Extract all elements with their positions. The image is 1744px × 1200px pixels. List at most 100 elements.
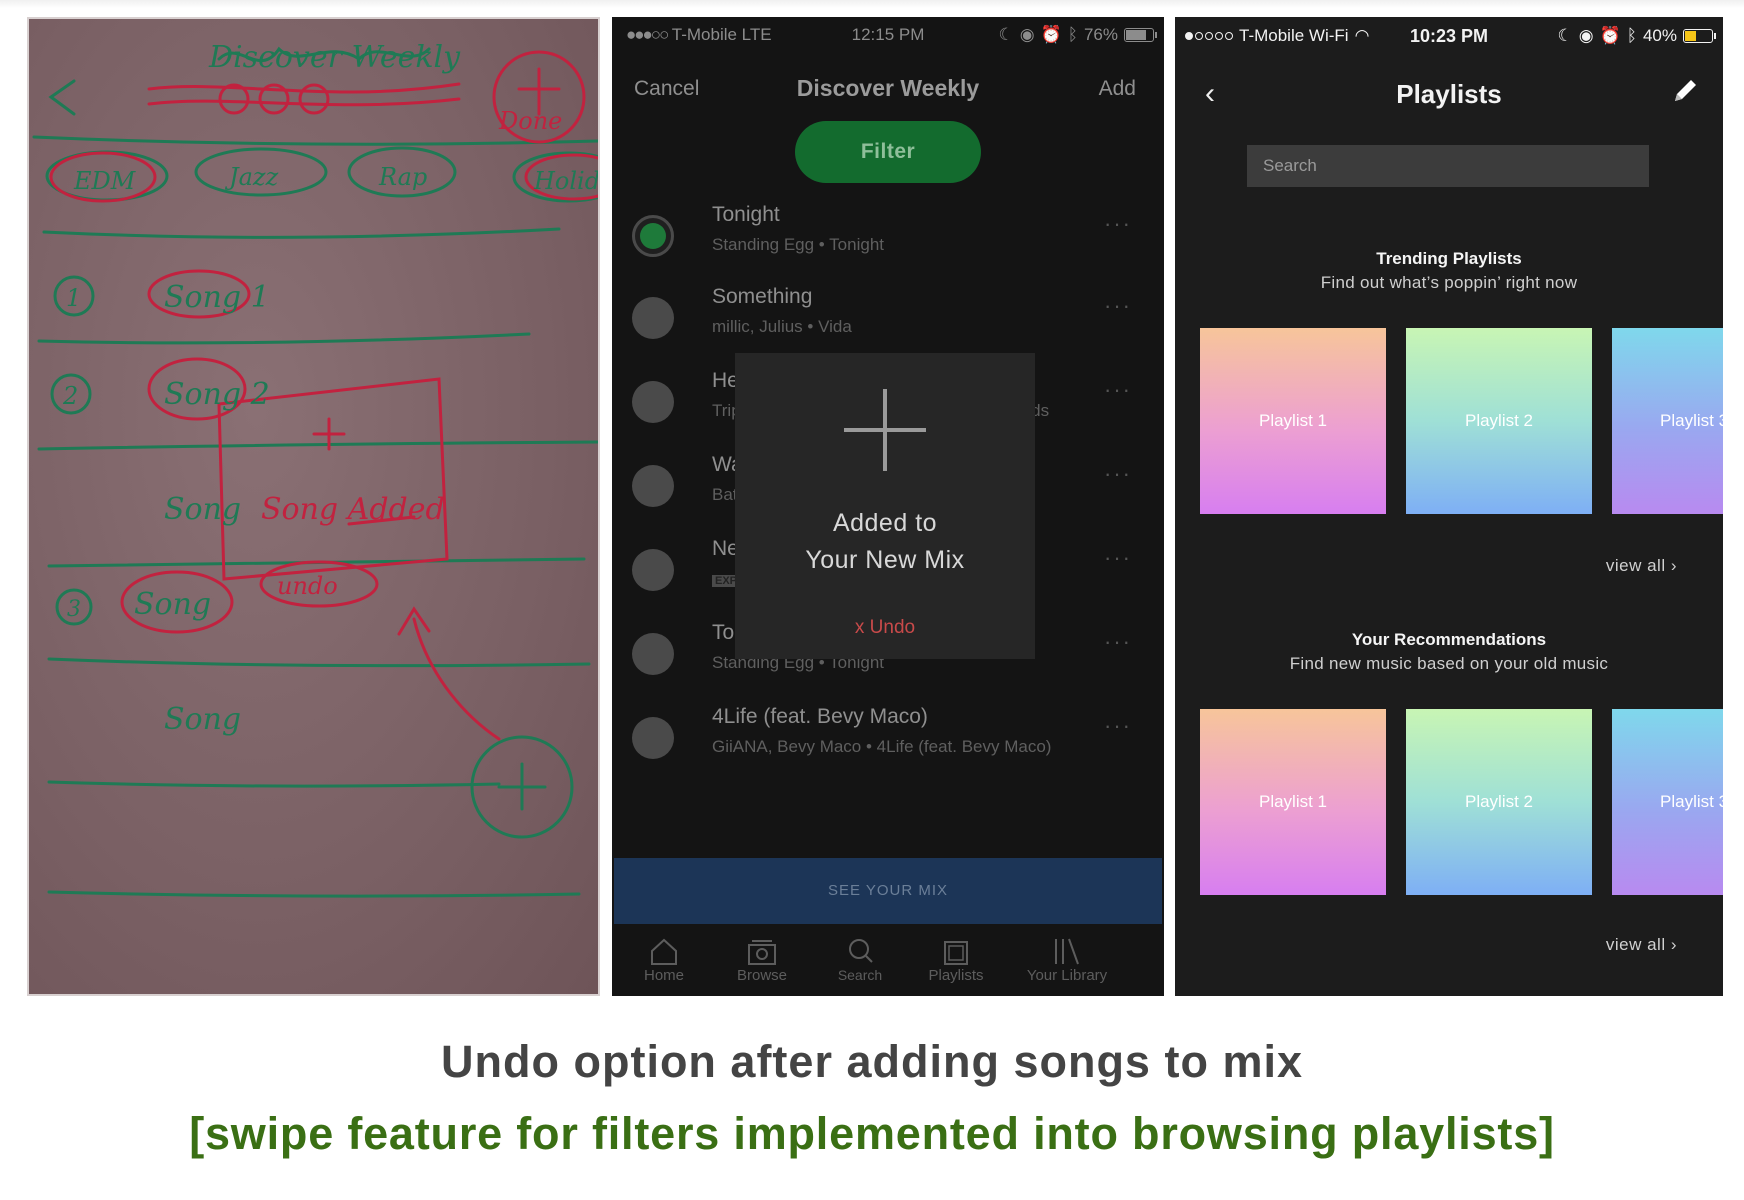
song-select-radio[interactable] [632, 549, 674, 591]
song-subtitle: millic, Julius • Vida [712, 317, 852, 336]
tab-search[interactable]: Search [810, 931, 910, 985]
moon-icon: ☾ [1557, 26, 1573, 45]
sketch-song-2: Song 2 [164, 377, 270, 412]
playlist-label: Playlist 2 [1464, 411, 1534, 430]
recommended-playlist-3[interactable]: Playlist 3 [1612, 709, 1723, 895]
nav-bar: Cancel Discover Weekly Add [612, 63, 1164, 113]
battery-icon [1683, 29, 1716, 43]
pencil-icon [1675, 80, 1696, 101]
sketch-title: Discover Weekly [208, 40, 461, 75]
sketch-number-1: 1 [66, 284, 81, 312]
recommended-playlist-2[interactable]: Playlist 2 [1406, 709, 1592, 895]
tab-playlists[interactable]: Playlists [906, 931, 1006, 985]
top-border [0, 0, 1744, 8]
sketch-drawing: Discover Weekly EDM Jazz Rap Holiday 1 2… [32, 40, 600, 898]
more-options-icon[interactable]: ··· [1104, 629, 1132, 655]
home-icon [651, 938, 677, 965]
add-button[interactable]: Add [1099, 77, 1136, 101]
recommendations-subtitle: Find new music based on your old music [1289, 654, 1609, 673]
sketch-filter-edm: EDM [73, 167, 137, 195]
sketch-filter-holiday: Holiday [533, 167, 600, 195]
song-title: Tonight [712, 203, 780, 226]
tab-label: Browse [736, 967, 788, 984]
added-to-mix-toast: Added to Your New Mix x Undo [735, 353, 1035, 659]
search-input[interactable]: Search [1247, 145, 1649, 187]
playlist-label: Playlist 3 [1660, 411, 1723, 430]
song-title: 4Life (feat. Bevy Maco) [712, 705, 928, 728]
bluetooth-icon: ᛒ [1626, 26, 1637, 45]
tab-browse[interactable]: Browse [712, 931, 812, 985]
alarm-icon: ⏰ [1040, 25, 1062, 44]
recommendations-title: Your Recommendations [1351, 630, 1547, 649]
sketch-number-3: 3 [67, 597, 81, 622]
toast-line-1: Added to [832, 509, 938, 537]
sketch-filter-jazz: Jazz [224, 163, 279, 191]
song-subtitle: Bat [712, 485, 738, 504]
song-select-radio[interactable] [632, 633, 674, 675]
more-options-icon[interactable]: ··· [1104, 545, 1132, 571]
sketch-number-2: 2 [62, 382, 78, 410]
song-row[interactable]: 4Life (feat. Bevy Maco) GiiANA, Bevy Mac… [612, 705, 1164, 795]
plus-icon-bar [844, 428, 926, 432]
browse-icon [748, 940, 776, 965]
paper-sketch: Discover Weekly EDM Jazz Rap Holiday 1 2… [27, 17, 600, 996]
page-title: Playlists [1396, 79, 1502, 109]
tab-bar: Home Browse Search Playlists Your Librar… [612, 931, 1164, 996]
status-right: ☾ ◉ ⏰ ᛒ 76% [998, 25, 1157, 45]
status-bar: ●●●○○ T-Mobile LTE 12:15 PM ☾ ◉ ⏰ ᛒ 76% [612, 17, 1164, 53]
sketch-undo-note: undo [277, 572, 338, 600]
playlist-label: Playlist 1 [1258, 792, 1328, 811]
toast-message: Added to Your New Mix [735, 505, 1035, 579]
edit-button[interactable] [1669, 75, 1701, 112]
sketch-song-4: Song [134, 587, 211, 622]
filter-button[interactable]: Filter [795, 121, 981, 183]
battery-icon [1124, 28, 1157, 42]
tab-label: Playlists [928, 967, 984, 984]
more-options-icon[interactable]: ··· [1104, 377, 1132, 403]
lock-rotation-icon: ◉ [1578, 26, 1594, 45]
song-select-radio[interactable] [632, 465, 674, 507]
tab-label: Search [837, 967, 883, 983]
trending-playlist-3[interactable]: Playlist 3 [1612, 328, 1723, 514]
song-subtitle: GiiANA, Bevy Maco • 4Life (feat. Bevy Ma… [712, 737, 1052, 756]
more-options-icon[interactable]: ··· [1104, 713, 1132, 739]
sketch-song-5: Song [164, 702, 241, 737]
undo-button[interactable]: x Undo [735, 617, 1035, 639]
tab-label: Home [643, 967, 684, 984]
see-your-mix-button[interactable]: SEE YOUR MIX [614, 858, 1162, 924]
trending-view-all-link[interactable]: view all › [1606, 556, 1677, 576]
toast-line-2: Your New Mix [805, 546, 965, 574]
recommended-playlist-1[interactable]: Playlist 1 [1200, 709, 1386, 895]
song-row[interactable]: Tonight Standing Egg • Tonight ··· [612, 203, 1164, 293]
sketch-done-note: Done [498, 107, 562, 135]
playlist-label: Playlist 3 [1660, 792, 1723, 811]
song-select-radio[interactable] [632, 381, 674, 423]
status-right: ☾ ◉ ⏰ ᛒ 40% [1557, 26, 1716, 46]
battery-percent: 40% [1642, 26, 1677, 45]
playlists-screen: T-Mobile Wi-Fi ◠ 10:23 PM ☾ ◉ ⏰ ᛒ 40% ‹ … [1175, 17, 1723, 996]
song-subtitle: Standing Egg • Tonight [712, 235, 884, 254]
more-options-icon[interactable]: ··· [1104, 211, 1132, 237]
more-options-icon[interactable]: ··· [1104, 461, 1132, 487]
battery-percent: 76% [1083, 25, 1118, 44]
song-select-radio[interactable] [632, 297, 674, 339]
trending-title: Trending Playlists [1376, 249, 1522, 268]
more-options-icon[interactable]: ··· [1104, 293, 1132, 319]
playlist-label: Playlist 2 [1464, 792, 1534, 811]
caption-sub: [swipe feature for filters implemented i… [189, 1108, 1555, 1159]
sketch-back-arrow [48, 79, 76, 116]
tab-home[interactable]: Home [614, 931, 714, 985]
lock-rotation-icon: ◉ [1019, 25, 1035, 44]
song-select-radio[interactable] [632, 717, 674, 759]
trending-playlist-1[interactable]: Playlist 1 [1200, 328, 1386, 514]
caption-main: Undo option after adding songs to mix [441, 1036, 1303, 1087]
library-icon [1055, 938, 1079, 965]
moon-icon: ☾ [998, 25, 1014, 44]
trending-playlist-2[interactable]: Playlist 2 [1406, 328, 1592, 514]
recommendations-view-all-link[interactable]: view all › [1606, 935, 1677, 955]
tab-your-library[interactable]: Your Library [1012, 931, 1122, 985]
page-title: Discover Weekly [796, 75, 980, 101]
sketch-added-note: Song Added [261, 492, 445, 527]
nav-bar: ‹ Playlists [1175, 67, 1723, 127]
song-select-radio[interactable] [632, 215, 674, 257]
